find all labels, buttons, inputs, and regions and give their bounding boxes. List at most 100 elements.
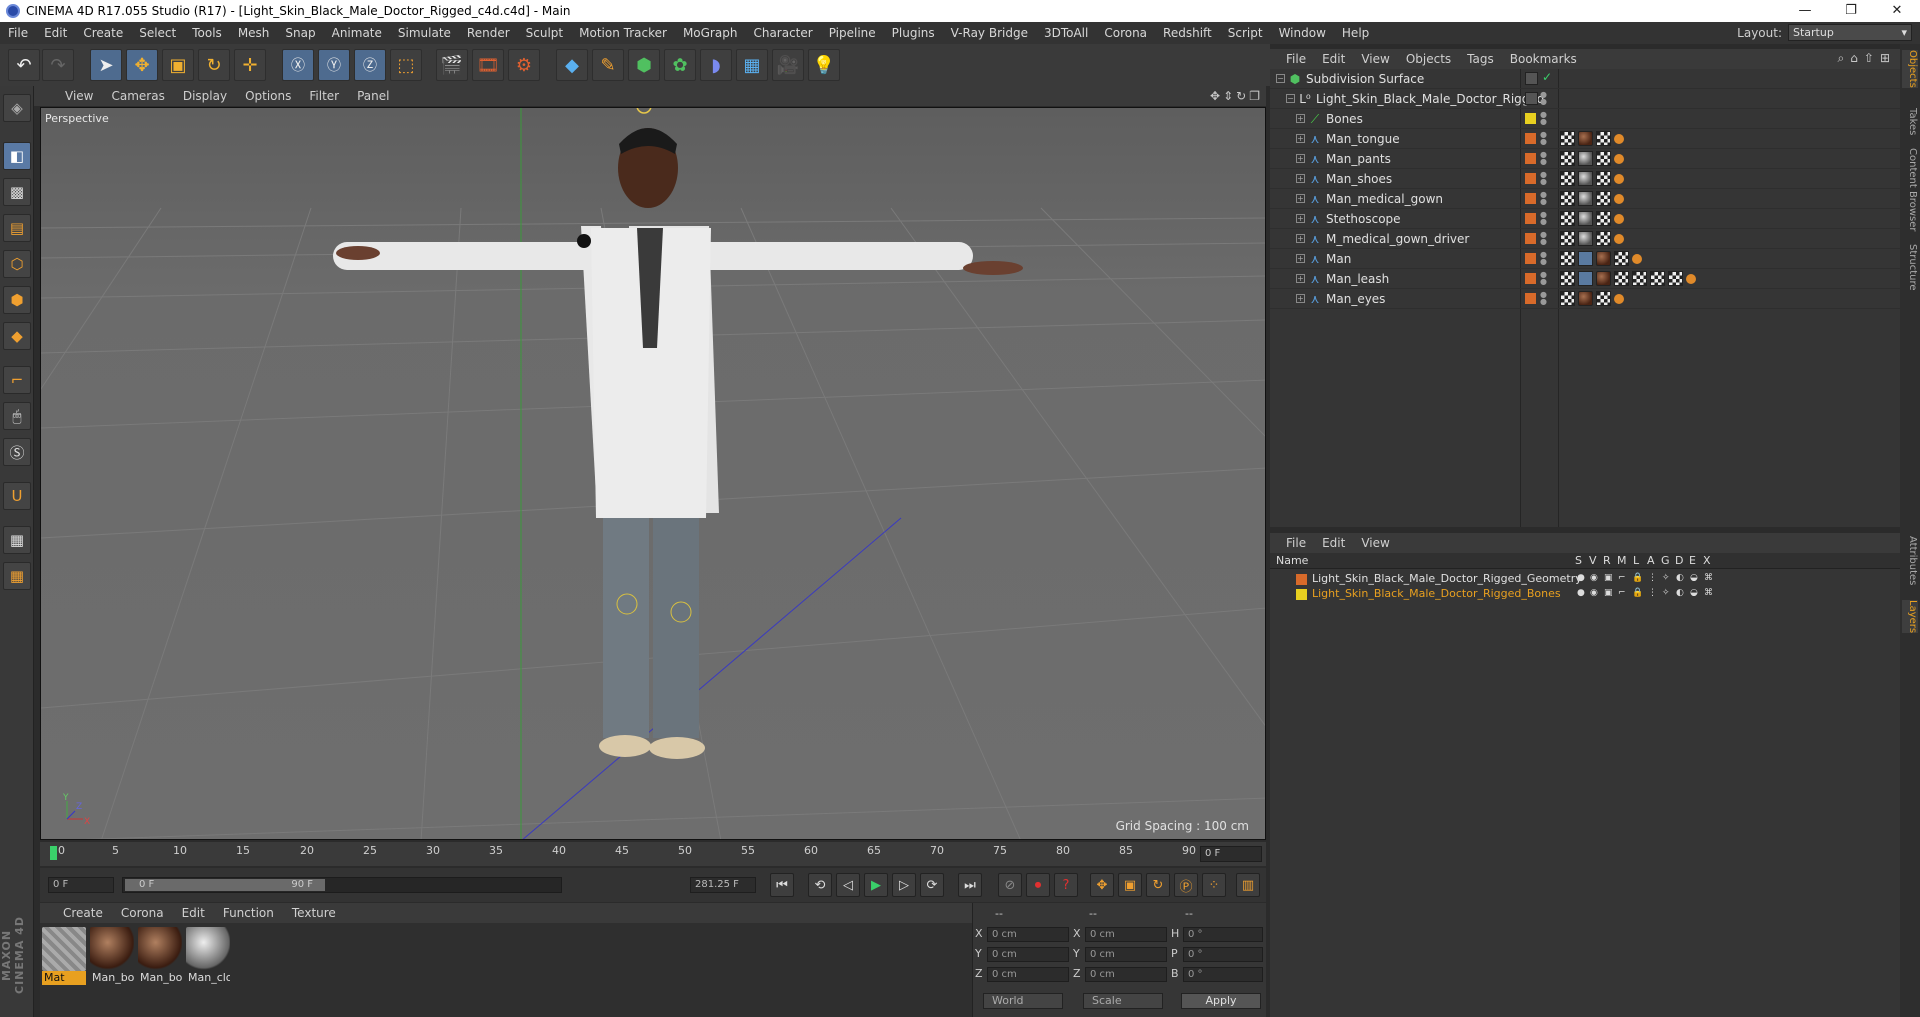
expand-icon[interactable]: +	[1296, 154, 1305, 163]
mat-menu-corona[interactable]: Corona	[112, 906, 173, 920]
weight-tag-icon[interactable]	[1560, 291, 1575, 306]
weight-tag-icon[interactable]	[1560, 251, 1575, 266]
scale-dropdown[interactable]: Scale	[1083, 993, 1163, 1009]
go-to-end-icon[interactable]: ⏭	[958, 873, 982, 897]
tab-objects[interactable]: Objects	[1902, 50, 1918, 88]
skin-tag-icon[interactable]	[1578, 271, 1593, 286]
menu-motion-tracker[interactable]: Motion Tracker	[571, 26, 675, 40]
layer-color-swatch[interactable]	[1296, 574, 1307, 585]
vp-menu-options[interactable]: Options	[236, 89, 300, 103]
maximize-button[interactable]: ❐	[1828, 0, 1874, 22]
render-toggle-icon[interactable]: ▣	[1604, 588, 1613, 598]
close-button[interactable]: ✕	[1874, 0, 1920, 22]
manager-toggle-icon[interactable]: ⌐	[1618, 573, 1626, 583]
size-x-field[interactable]: 0 cm	[1085, 927, 1167, 942]
expand-icon[interactable]: +	[1296, 274, 1305, 283]
material-tag-icon[interactable]	[1578, 291, 1593, 306]
visibility-dots[interactable]: ● ●	[1540, 251, 1548, 266]
menu-plugins[interactable]: Plugins	[884, 26, 943, 40]
polygons-mode-icon[interactable]: ◆	[3, 322, 31, 350]
position-y-field[interactable]: 0 cm	[987, 947, 1069, 962]
layer-swatch[interactable]	[1525, 133, 1536, 144]
menu-character[interactable]: Character	[745, 26, 820, 40]
lock-toggle-icon[interactable]: 🔒	[1632, 573, 1643, 583]
next-frame-icon[interactable]: ▷	[892, 873, 916, 897]
visibility-dots[interactable]: ● ●	[1540, 171, 1548, 186]
menu-select[interactable]: Select	[131, 26, 184, 40]
menu-vray-bridge[interactable]: V-Ray Bridge	[943, 26, 1036, 40]
perspective-viewport[interactable]: Perspective Y X Z Grid Spacing : 100 cm	[40, 107, 1266, 840]
keyframe-selection-icon[interactable]: ?	[1054, 873, 1078, 897]
obj-menu-objects[interactable]: Objects	[1398, 52, 1459, 66]
visibility-dots[interactable]: ● ●	[1540, 91, 1548, 106]
material-swatch[interactable]: Man_bo	[138, 927, 182, 985]
selection-tag-icon[interactable]	[1614, 134, 1624, 144]
layout-select[interactable]: Startup	[1788, 24, 1912, 41]
material-tag-icon[interactable]	[1596, 271, 1611, 286]
expressions-toggle-icon[interactable]: ◒	[1690, 588, 1698, 598]
key-parameter-icon[interactable]: Ⓟ	[1174, 873, 1198, 897]
current-frame-field[interactable]: 0 F	[1200, 846, 1262, 862]
layer-swatch[interactable]	[1525, 273, 1536, 284]
vp-menu-filter[interactable]: Filter	[300, 89, 348, 103]
uvw-tag-icon[interactable]	[1632, 271, 1647, 286]
uvw-tag-icon[interactable]	[1650, 271, 1665, 286]
uvw-tag-icon[interactable]	[1614, 251, 1629, 266]
tab-content-browser[interactable]: Content Browser	[1902, 148, 1918, 231]
axis-mode-icon[interactable]: ⌐	[3, 366, 31, 394]
material-tag-icon[interactable]	[1578, 231, 1593, 246]
weight-tag-icon[interactable]	[1560, 231, 1575, 246]
layer-swatch[interactable]	[1525, 293, 1536, 304]
object-row[interactable]: + ⋏ Man_pants ● ●	[1270, 149, 1900, 169]
deformers-toggle-icon[interactable]: ◐	[1676, 573, 1684, 583]
visibility-dots[interactable]: ● ●	[1540, 111, 1548, 126]
menu-snap[interactable]: Snap	[277, 26, 323, 40]
uvw-tag-icon[interactable]	[1614, 271, 1629, 286]
redo-icon[interactable]: ↷	[42, 49, 74, 81]
layer-swatch[interactable]	[1525, 72, 1538, 85]
material-tag-icon[interactable]	[1596, 251, 1611, 266]
autokey-icon[interactable]: ⏺	[1026, 873, 1050, 897]
pen-spline-icon[interactable]: ✎	[592, 49, 624, 81]
vp-menu-panel[interactable]: Panel	[348, 89, 398, 103]
toggle-panels-icon[interactable]: ❐	[1249, 89, 1260, 103]
render-settings-icon[interactable]: ⚙	[508, 49, 540, 81]
object-row[interactable]: + ⋏ Man_medical_gown ● ●	[1270, 189, 1900, 209]
key-pla-icon[interactable]: ⁘	[1202, 873, 1226, 897]
uvw-tag-icon[interactable]	[1668, 271, 1683, 286]
visibility-dots[interactable]: ● ●	[1540, 131, 1548, 146]
key-scale-icon[interactable]: ▣	[1118, 873, 1142, 897]
object-row[interactable]: + ⋏ Man_tongue ● ●	[1270, 129, 1900, 149]
visibility-dots[interactable]: ● ●	[1540, 211, 1548, 226]
texture-mode-icon[interactable]: ▩	[3, 178, 31, 206]
rotate-view-icon[interactable]: ↻	[1236, 89, 1246, 103]
uvw-tag-icon[interactable]	[1596, 151, 1611, 166]
position-z-field[interactable]: 0 cm	[987, 967, 1069, 982]
light-icon[interactable]: 💡	[808, 49, 840, 81]
y-axis-lock-icon[interactable]: Ⓨ	[318, 49, 350, 81]
workplane-mode-icon[interactable]: ▤	[3, 214, 31, 242]
coordinate-system-icon[interactable]: ⬚	[390, 49, 422, 81]
uvw-tag-icon[interactable]	[1596, 171, 1611, 186]
object-row[interactable]: + ⋏ M_medical_gown_driver ● ●	[1270, 229, 1900, 249]
material-tag-icon[interactable]	[1578, 151, 1593, 166]
animation-toggle-icon[interactable]: ⋮	[1648, 573, 1657, 583]
next-key-icon[interactable]: ⟳	[920, 873, 944, 897]
model-mode-icon[interactable]: ◧	[3, 142, 31, 170]
camera-icon[interactable]: 🎥	[772, 49, 804, 81]
deformer-icon[interactable]: ◗	[700, 49, 732, 81]
layer-swatch[interactable]	[1525, 213, 1536, 224]
scale-tool-icon[interactable]: ▣	[162, 49, 194, 81]
layer-menu-file[interactable]: File	[1278, 536, 1314, 550]
menu-script[interactable]: Script	[1220, 26, 1271, 40]
menu-render[interactable]: Render	[459, 26, 518, 40]
select-arrow-icon[interactable]: ➤	[90, 49, 122, 81]
expand-icon[interactable]: +	[1296, 134, 1305, 143]
layer-swatch[interactable]	[1525, 113, 1536, 124]
uvw-tag-icon[interactable]	[1596, 211, 1611, 226]
weight-tag-icon[interactable]	[1560, 171, 1575, 186]
material-tag-icon[interactable]	[1578, 211, 1593, 226]
material-swatch[interactable]: Man_bo	[90, 927, 134, 985]
start-frame-field[interactable]: 0 F	[48, 877, 114, 893]
menu-help[interactable]: Help	[1334, 26, 1377, 40]
